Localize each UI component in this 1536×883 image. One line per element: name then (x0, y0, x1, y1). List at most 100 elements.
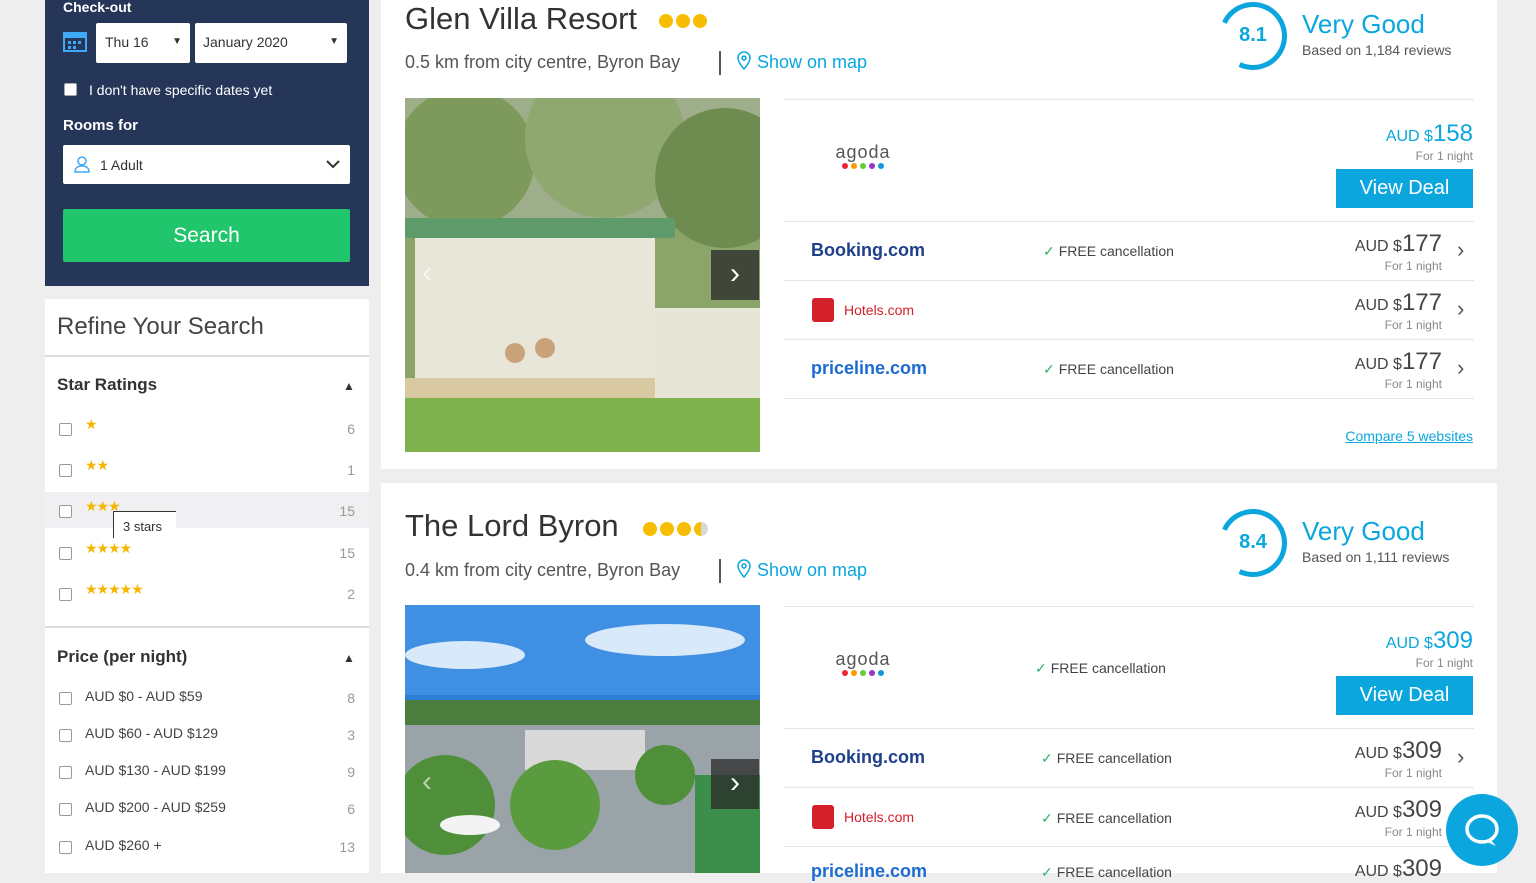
no-dates-checkbox[interactable] (64, 83, 77, 96)
check-icon: ✓ (1043, 361, 1055, 377)
booking-logo[interactable]: Booking.com (811, 747, 925, 768)
chevron-right-icon[interactable]: › (1457, 237, 1464, 263)
price-filter-2[interactable]: AUD $60 - AUD $129 3 (45, 716, 369, 752)
view-deal-button[interactable]: View Deal (1336, 169, 1473, 208)
filter-count: 2 (347, 586, 355, 602)
priceline-logo[interactable]: priceline.com (811, 861, 927, 882)
price-filter-label: AUD $130 - AUD $199 (85, 762, 226, 778)
divider (784, 99, 1474, 100)
per-night: For 1 night (1384, 766, 1442, 780)
hotel-distance: 0.5 km from city centre, Byron Bay (405, 52, 681, 72)
free-cancellation: ✓ FREE cancellation (1043, 243, 1174, 259)
free-cancellation: ✓ FREE cancellation (1041, 750, 1172, 766)
chevron-right-icon[interactable]: › (1457, 355, 1464, 381)
star-filter-3[interactable]: ★★★ 15 (45, 492, 369, 528)
hotel-star-dots (659, 14, 707, 28)
booking-logo[interactable]: Booking.com (811, 240, 925, 261)
photo-prev-button[interactable]: ‹ (407, 758, 447, 808)
checkout-day-select[interactable]: Thu 16 ▼ (96, 23, 190, 63)
hotel-photo[interactable]: ‹ › (405, 98, 760, 452)
per-night: For 1 night (1384, 825, 1442, 839)
collapse-star-ratings-icon[interactable]: ▲ (343, 379, 355, 393)
hotel-name[interactable]: Glen Villa Resort (405, 1, 637, 37)
checkout-day-value: Thu 16 (105, 34, 149, 50)
hotel-card: The Lord Byron 0.4 km from city centre, … (381, 483, 1497, 882)
map-pin-icon[interactable] (737, 559, 751, 584)
price-filter-checkbox[interactable] (59, 766, 72, 779)
check-icon: ✓ (1035, 660, 1047, 676)
price-filter-checkbox[interactable] (59, 692, 72, 705)
price-filter-1[interactable]: AUD $0 - AUD $59 8 (45, 679, 369, 715)
price-filter-5[interactable]: AUD $260 + 13 (45, 828, 369, 864)
photo-prev-button[interactable]: ‹ (407, 249, 447, 299)
divider (784, 221, 1474, 222)
hotel-name[interactable]: The Lord Byron (405, 508, 619, 544)
chevron-down-icon (326, 156, 340, 172)
filter-count: 9 (347, 764, 355, 780)
price-filter-checkbox[interactable] (59, 841, 72, 854)
divider (784, 339, 1474, 340)
star-filter-checkbox[interactable] (59, 423, 72, 436)
price-filter-checkbox[interactable] (59, 803, 72, 816)
filter-count: 8 (347, 690, 355, 706)
refine-title: Refine Your Search (57, 313, 264, 340)
star-filter-checkbox[interactable] (59, 505, 72, 518)
check-icon: ✓ (1043, 243, 1055, 259)
divider (784, 728, 1474, 729)
chat-button[interactable] (1446, 794, 1518, 866)
hotels-com-logo[interactable]: Hotels.com (844, 302, 914, 318)
show-on-map-link[interactable]: Show on map (757, 560, 867, 581)
star-icons: ★★ (85, 457, 109, 473)
search-button[interactable]: Search (63, 209, 350, 262)
view-deal-button[interactable]: View Deal (1336, 676, 1473, 715)
rating-word: Very Good (1302, 516, 1425, 546)
checkout-month-select[interactable]: January 2020 ▼ (195, 23, 347, 63)
per-night: For 1 night (1384, 259, 1442, 273)
compare-websites-link[interactable]: Compare 5 websites (1345, 428, 1473, 444)
star-filter-2[interactable]: ★★ 1 (45, 451, 369, 487)
refine-panel: Refine Your Search Star Ratings ▲ ★ 6 ★★… (45, 299, 369, 873)
price-filter-label: AUD $0 - AUD $59 (85, 688, 203, 704)
hotel-photo[interactable]: ‹ › (405, 605, 760, 873)
agoda-logo[interactable]: agoda (823, 649, 903, 676)
star-filter-checkbox[interactable] (59, 547, 72, 560)
rating-word: Very Good (1302, 9, 1425, 39)
collapse-price-icon[interactable]: ▲ (343, 651, 355, 665)
star-filter-checkbox[interactable] (59, 588, 72, 601)
map-pin-icon[interactable] (737, 51, 751, 76)
hotel-star-dots (643, 522, 708, 536)
checkout-label: Check-out (63, 0, 132, 15)
per-night: For 1 night (1415, 656, 1473, 670)
photo-next-button[interactable]: › (711, 250, 759, 300)
check-icon: ✓ (1041, 810, 1053, 826)
star-filter-checkbox[interactable] (59, 464, 72, 477)
price-filter-4[interactable]: AUD $200 - AUD $259 6 (45, 790, 369, 826)
hotel-card: Glen Villa Resort 0.5 km from city centr… (381, 0, 1497, 469)
price-filter-label: AUD $60 - AUD $129 (85, 725, 219, 741)
rooms-select[interactable]: 1 Adult (63, 145, 350, 184)
price-filter-3[interactable]: AUD $130 - AUD $199 9 (45, 753, 369, 789)
star-icons: ★★★★★ (85, 581, 144, 597)
per-night: For 1 night (1415, 149, 1473, 163)
price-heading: Price (per night) (57, 647, 188, 666)
priceline-logo[interactable]: priceline.com (811, 358, 927, 379)
star-filter-4[interactable]: ★★★★ 15 (45, 534, 369, 570)
photo-next-button[interactable]: › (711, 759, 759, 809)
star-filter-5[interactable]: ★★★★★ 2 (45, 575, 369, 611)
filter-count: 1 (347, 462, 355, 478)
show-on-map-link[interactable]: Show on map (757, 52, 867, 73)
hotels-com-logo[interactable]: Hotels.com (844, 809, 914, 825)
check-icon: ✓ (1041, 750, 1053, 766)
chevron-right-icon[interactable]: › (1457, 296, 1464, 322)
calendar-icon[interactable] (62, 29, 88, 53)
review-score: 8.4 (1239, 531, 1267, 553)
check-icon: ✓ (1041, 864, 1053, 880)
agoda-logo[interactable]: agoda (823, 142, 903, 169)
price-filter-checkbox[interactable] (59, 729, 72, 742)
dropdown-arrow-icon: ▼ (172, 36, 182, 47)
hotels-com-icon[interactable] (812, 805, 834, 829)
deal-price: AUD $177 (1354, 348, 1442, 375)
chevron-right-icon[interactable]: › (1457, 744, 1464, 770)
star-filter-1[interactable]: ★ 6 (45, 410, 369, 446)
hotels-com-icon[interactable] (812, 298, 834, 322)
